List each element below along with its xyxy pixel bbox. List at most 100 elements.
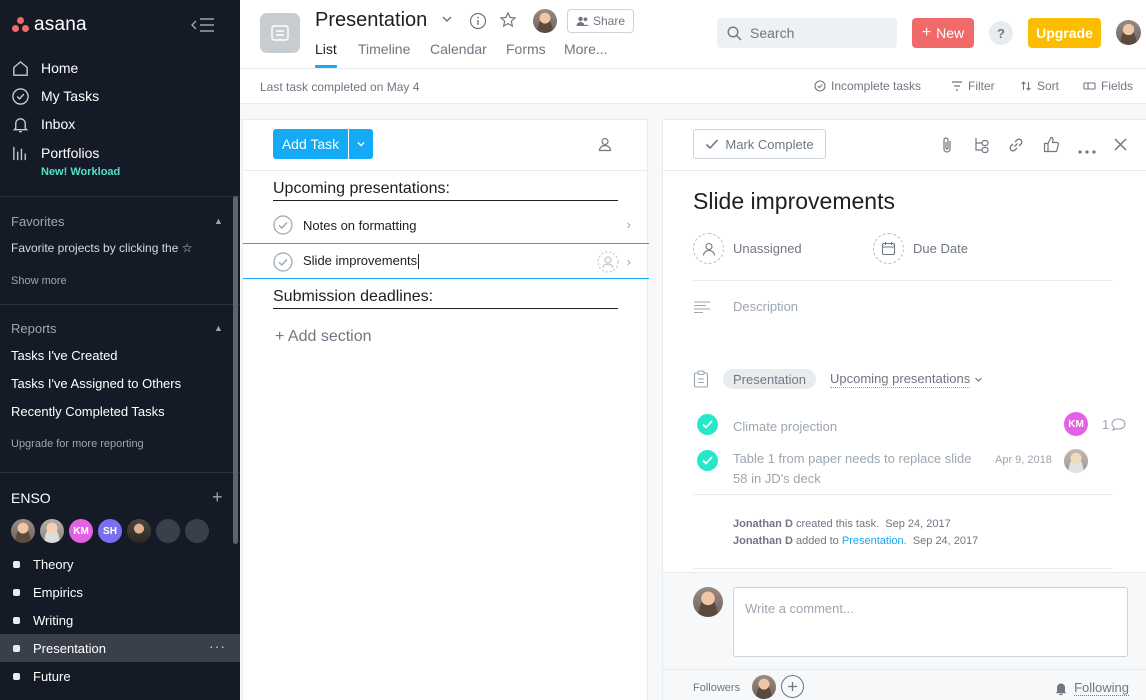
- add-section-button[interactable]: + Add section: [275, 328, 372, 346]
- sidebar-project-writing[interactable]: Writing: [0, 606, 240, 634]
- new-button[interactable]: + New: [912, 18, 974, 48]
- sidebar-project-empirics[interactable]: Empirics: [0, 578, 240, 606]
- member-avatar[interactable]: [40, 519, 64, 543]
- member-avatar[interactable]: [127, 519, 151, 543]
- task-name[interactable]: Notes on formatting: [303, 218, 416, 233]
- star-icon[interactable]: [499, 11, 517, 32]
- sidebar-project-future[interactable]: Future: [0, 662, 240, 690]
- fields-button[interactable]: Fields: [1083, 79, 1133, 93]
- tab-calendar[interactable]: Calendar: [430, 41, 487, 57]
- reports-heading[interactable]: Reports: [11, 321, 57, 336]
- task-row[interactable]: Notes on formatting ›: [243, 207, 649, 243]
- assign-person-icon[interactable]: [597, 251, 619, 276]
- mark-complete-button[interactable]: Mark Complete: [693, 129, 826, 159]
- search-input[interactable]: Search: [717, 18, 897, 48]
- project-pill[interactable]: Presentation: [723, 369, 816, 389]
- more-options-icon[interactable]: [1078, 142, 1096, 157]
- nav-inbox[interactable]: Inbox: [11, 114, 75, 134]
- nav-my-tasks[interactable]: My Tasks: [11, 86, 99, 106]
- sidebar-project-presentation[interactable]: Presentation ···: [0, 634, 240, 662]
- add-team-project-icon[interactable]: +: [212, 487, 223, 508]
- member-avatar-sh[interactable]: SH: [98, 519, 122, 543]
- asana-logo[interactable]: asana: [12, 14, 87, 36]
- reports-collapse-icon[interactable]: ▲: [214, 323, 223, 333]
- nav-home[interactable]: Home: [11, 58, 78, 78]
- member-avatar-km[interactable]: KM: [69, 519, 93, 543]
- member-avatar-empty[interactable]: [156, 519, 180, 543]
- follower-avatar[interactable]: [752, 675, 776, 699]
- sidebar-project-theory[interactable]: Theory: [0, 550, 240, 578]
- close-icon[interactable]: [1114, 138, 1127, 154]
- report-tasks-assigned[interactable]: Tasks I've Assigned to Others: [11, 376, 181, 391]
- project-label: Empirics: [33, 584, 83, 600]
- tab-list[interactable]: List: [315, 41, 337, 57]
- person-icon[interactable]: [597, 136, 613, 155]
- member-avatar[interactable]: [11, 519, 35, 543]
- member-avatar-empty[interactable]: [185, 519, 209, 543]
- current-user-avatar[interactable]: [693, 587, 723, 617]
- completed-check-icon[interactable]: [697, 450, 718, 471]
- sort-button[interactable]: Sort: [1020, 79, 1059, 93]
- tab-more[interactable]: More...: [564, 41, 608, 57]
- chevron-down-icon[interactable]: [441, 13, 453, 28]
- project-owner-avatar[interactable]: [533, 9, 557, 33]
- subtask-due-date[interactable]: Apr 9, 2018: [995, 454, 1052, 466]
- upgrade-reporting-link[interactable]: Upgrade for more reporting: [11, 438, 144, 450]
- task-row-selected[interactable]: Slide improvements ›: [243, 243, 649, 279]
- nav-portfolios[interactable]: Portfolios: [11, 143, 99, 163]
- show-more-link[interactable]: Show more: [11, 275, 67, 287]
- more-options-icon[interactable]: ···: [209, 638, 226, 654]
- upgrade-button[interactable]: Upgrade: [1028, 18, 1101, 48]
- user-avatar[interactable]: [1116, 20, 1141, 45]
- activity-project-link[interactable]: Presentation: [842, 535, 904, 547]
- report-recently-completed[interactable]: Recently Completed Tasks: [11, 404, 165, 419]
- filter-button[interactable]: Filter: [951, 79, 995, 93]
- tab-timeline[interactable]: Timeline: [358, 41, 410, 57]
- report-tasks-created[interactable]: Tasks I've Created: [11, 348, 118, 363]
- due-date-field[interactable]: Due Date: [873, 233, 968, 264]
- project-title[interactable]: Presentation: [315, 9, 427, 32]
- help-button[interactable]: ?: [989, 21, 1013, 45]
- info-icon[interactable]: [469, 12, 487, 33]
- add-task-button[interactable]: Add Task: [273, 129, 348, 159]
- incomplete-tasks-button[interactable]: Incomplete tasks: [814, 79, 921, 93]
- favorites-heading[interactable]: Favorites: [11, 214, 64, 229]
- subtask-assignee-avatar[interactable]: KM: [1064, 412, 1088, 436]
- text-cursor: [418, 254, 420, 270]
- link-icon[interactable]: [1007, 136, 1025, 157]
- subtask-assignee-avatar[interactable]: [1064, 449, 1088, 473]
- sidebar-scrollbar[interactable]: [233, 196, 238, 544]
- chevron-right-icon[interactable]: ›: [627, 254, 631, 269]
- share-button[interactable]: Share: [567, 9, 634, 33]
- section-select[interactable]: Upcoming presentations: [830, 371, 983, 388]
- chevron-right-icon[interactable]: ›: [627, 217, 631, 232]
- tab-forms[interactable]: Forms: [506, 41, 546, 57]
- collapse-sidebar-icon[interactable]: [190, 16, 216, 34]
- add-task-dropdown[interactable]: [349, 129, 373, 159]
- section-header[interactable]: Submission deadlines:: [273, 288, 618, 309]
- assignee-field[interactable]: Unassigned: [693, 233, 802, 264]
- description-field[interactable]: Description: [693, 299, 798, 314]
- comment-count-value: 1: [1102, 417, 1110, 432]
- project-icon[interactable]: [260, 13, 300, 53]
- subtask-row[interactable]: Climate projection KM 1: [697, 412, 1126, 438]
- comment-count[interactable]: 1: [1102, 417, 1126, 432]
- complete-task-checkbox[interactable]: [273, 215, 293, 238]
- like-icon[interactable]: [1043, 136, 1060, 156]
- add-follower-button[interactable]: [781, 675, 804, 698]
- activity-user[interactable]: Jonathan D: [733, 535, 793, 547]
- completed-check-icon[interactable]: [697, 414, 718, 435]
- team-name[interactable]: ENSO: [11, 490, 51, 506]
- subtasks-icon[interactable]: [973, 136, 991, 157]
- subtask-row[interactable]: Table 1 from paper needs to replace slid…: [697, 449, 1117, 489]
- following-button[interactable]: Following: [1054, 680, 1129, 696]
- section-header[interactable]: Upcoming presentations:: [273, 180, 618, 201]
- task-title[interactable]: Slide improvements: [693, 188, 895, 215]
- task-name-input[interactable]: Slide improvements: [303, 253, 420, 270]
- complete-task-checkbox[interactable]: [273, 252, 293, 275]
- comment-input[interactable]: Write a comment...: [733, 587, 1128, 657]
- favorites-collapse-icon[interactable]: ▲: [214, 216, 223, 226]
- activity-user[interactable]: Jonathan D: [733, 518, 793, 530]
- attachment-icon[interactable]: [940, 136, 954, 157]
- new-workload-link[interactable]: New! Workload: [41, 166, 120, 178]
